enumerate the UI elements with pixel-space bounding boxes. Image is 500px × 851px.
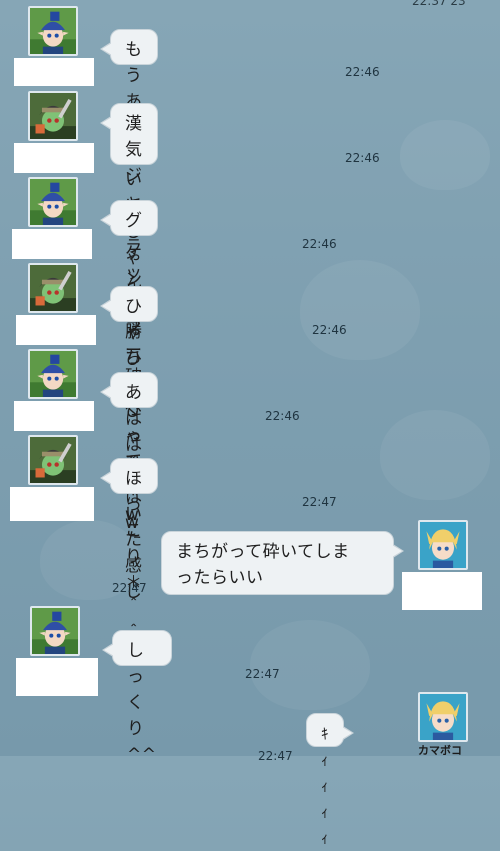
message-timestamp: 22:46 xyxy=(345,151,380,165)
message-bubble[interactable]: 漢気ジャンケンで勝ち まくって砕いた感じ xyxy=(100,103,158,602)
message-bubble[interactable]: グラップラー破片 xyxy=(100,200,158,413)
message-timestamp: 22:46 xyxy=(345,65,380,79)
message-timestamp: 22:47 xyxy=(302,495,337,509)
message-timestamp: 22:46 xyxy=(265,409,300,423)
background-pattern xyxy=(300,260,420,360)
message-bubble[interactable]: ｷｨｨｨｨ xyxy=(306,713,355,847)
sender-name-redacted xyxy=(12,229,92,259)
top-partial-timestamp: 22:37 23 xyxy=(412,0,466,8)
sender-name-redacted xyxy=(14,58,94,86)
message-bubble[interactable]: しっくり^^ xyxy=(102,630,172,765)
avatar-green-skin-char-icon[interactable] xyxy=(28,435,78,485)
message-bubble[interactable]: ひゃひゃひゃひゃw xyxy=(100,286,158,525)
avatar-elf-blue-hat-icon[interactable] xyxy=(28,349,78,399)
background-pattern xyxy=(250,620,370,710)
avatar-elf-blue-hat-icon[interactable] xyxy=(28,177,78,227)
message-bubble[interactable]: ほっこり＊＾＾＊ xyxy=(100,458,158,671)
avatar-blonde-char-icon[interactable] xyxy=(418,520,468,570)
avatar-blonde-char-icon[interactable] xyxy=(418,692,468,742)
sender-name-redacted xyxy=(16,315,96,345)
message-timestamp: 22:47 xyxy=(245,667,280,681)
message-timestamp: 22:47 xyxy=(258,749,293,763)
sender-name-redacted xyxy=(14,143,94,173)
message-timestamp: 22:46 xyxy=(312,323,347,337)
message-bubble[interactable]: まちがって砕いてしま ったらいい xyxy=(161,531,404,595)
message-timestamp: 22:47 xyxy=(112,581,147,595)
message-bubble[interactable]: あははははw xyxy=(100,372,158,533)
sender-name-redacted xyxy=(10,487,94,521)
sender-name-redacted xyxy=(16,658,98,696)
sender-name-redacted xyxy=(14,401,94,431)
avatar-green-skin-char-icon[interactable] xyxy=(28,263,78,313)
sender-name-redacted xyxy=(402,572,482,610)
background-pattern xyxy=(400,120,490,190)
avatar-elf-blue-hat-icon[interactable] xyxy=(30,606,80,656)
message-bubble[interactable]: もうあれでいいじゃん xyxy=(100,29,158,294)
avatar-elf-blue-hat-icon[interactable] xyxy=(28,6,78,56)
background-pattern xyxy=(380,410,490,500)
avatar-green-skin-char-icon[interactable] xyxy=(28,91,78,141)
message-timestamp: 22:46 xyxy=(302,237,337,251)
